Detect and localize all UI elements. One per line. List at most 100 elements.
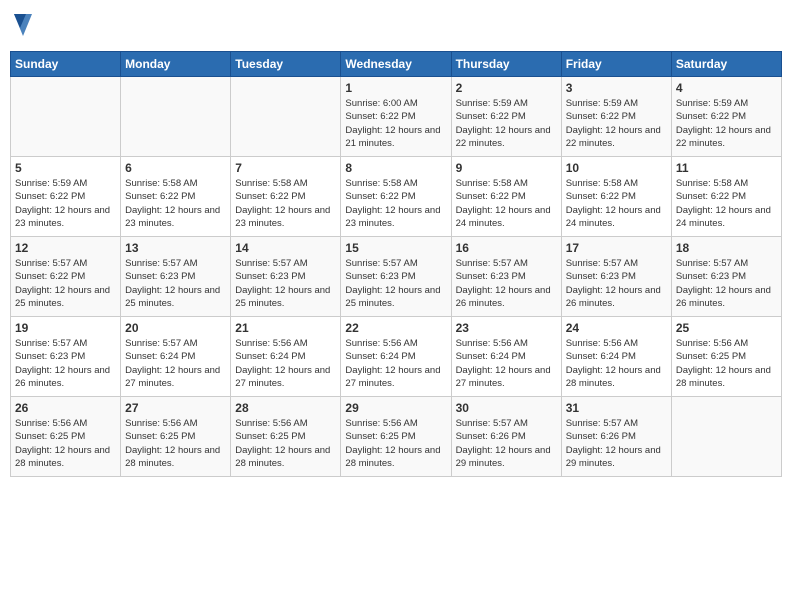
day-info: Sunrise: 5:59 AM Sunset: 6:22 PM Dayligh… [676, 97, 777, 150]
day-info: Sunrise: 5:57 AM Sunset: 6:23 PM Dayligh… [15, 337, 116, 390]
day-number: 29 [345, 401, 446, 415]
logo-icon [12, 10, 34, 43]
day-info: Sunrise: 5:56 AM Sunset: 6:25 PM Dayligh… [345, 417, 446, 470]
calendar-week-5: 26Sunrise: 5:56 AM Sunset: 6:25 PM Dayli… [11, 397, 782, 477]
calendar-week-2: 5 Sunrise: 5:59 AM Sunset: 6:22 PM Daylig… [11, 157, 782, 237]
calendar-cell: 4 Sunrise: 5:59 AM Sunset: 6:22 PM Daylig… [671, 77, 781, 157]
calendar-cell: 18 Sunrise: 5:57 AM Sunset: 6:23 PM Dayli… [671, 237, 781, 317]
calendar-page: SundayMondayTuesdayWednesdayThursdayFrid… [0, 0, 792, 612]
day-number: 30 [456, 401, 557, 415]
calendar-cell: 6 Sunrise: 5:58 AM Sunset: 6:22 PM Daylig… [121, 157, 231, 237]
day-number: 4 [676, 81, 777, 95]
day-number: 18 [676, 241, 777, 255]
day-info: Sunrise: 5:57 AM Sunset: 6:23 PM Dayligh… [235, 257, 336, 310]
day-info: Sunrise: 5:57 AM Sunset: 6:23 PM Dayligh… [125, 257, 226, 310]
calendar-cell: 26Sunrise: 5:56 AM Sunset: 6:25 PM Dayli… [11, 397, 121, 477]
day-info: Sunrise: 5:57 AM Sunset: 6:24 PM Dayligh… [125, 337, 226, 390]
logo [10, 10, 34, 43]
calendar-cell: 20 Sunrise: 5:57 AM Sunset: 6:24 PM Dayli… [121, 317, 231, 397]
calendar-cell: 10 Sunrise: 5:58 AM Sunset: 6:22 PM Dayli… [561, 157, 671, 237]
day-info: Sunrise: 5:57 AM Sunset: 6:23 PM Dayligh… [566, 257, 667, 310]
calendar-cell: 19 Sunrise: 5:57 AM Sunset: 6:23 PM Dayli… [11, 317, 121, 397]
day-info: Sunrise: 5:58 AM Sunset: 6:22 PM Dayligh… [676, 177, 777, 230]
day-number: 31 [566, 401, 667, 415]
day-number: 19 [15, 321, 116, 335]
calendar-cell: 27Sunrise: 5:56 AM Sunset: 6:25 PM Dayli… [121, 397, 231, 477]
calendar-cell: 11 Sunrise: 5:58 AM Sunset: 6:22 PM Dayli… [671, 157, 781, 237]
day-number: 8 [345, 161, 446, 175]
day-info: Sunrise: 5:56 AM Sunset: 6:24 PM Dayligh… [456, 337, 557, 390]
calendar-cell: 2Sunrise: 5:59 AM Sunset: 6:22 PM Daylig… [451, 77, 561, 157]
day-number: 5 [15, 161, 116, 175]
calendar-cell: 25Sunrise: 5:56 AM Sunset: 6:25 PM Dayli… [671, 317, 781, 397]
day-number: 20 [125, 321, 226, 335]
day-info: Sunrise: 5:56 AM Sunset: 6:24 PM Dayligh… [345, 337, 446, 390]
day-info: Sunrise: 5:56 AM Sunset: 6:25 PM Dayligh… [676, 337, 777, 390]
calendar-cell: 21 Sunrise: 5:56 AM Sunset: 6:24 PM Dayli… [231, 317, 341, 397]
calendar-header-row: SundayMondayTuesdayWednesdayThursdayFrid… [11, 52, 782, 77]
calendar-cell: 16 Sunrise: 5:57 AM Sunset: 6:23 PM Dayli… [451, 237, 561, 317]
calendar-cell: 12 Sunrise: 5:57 AM Sunset: 6:22 PM Dayli… [11, 237, 121, 317]
calendar-cell [11, 77, 121, 157]
day-header-saturday: Saturday [671, 52, 781, 77]
calendar-cell: 28 Sunrise: 5:56 AM Sunset: 6:25 PM Dayli… [231, 397, 341, 477]
calendar-cell [121, 77, 231, 157]
day-info: Sunrise: 5:57 AM Sunset: 6:23 PM Dayligh… [676, 257, 777, 310]
day-number: 10 [566, 161, 667, 175]
day-number: 23 [456, 321, 557, 335]
day-info: Sunrise: 5:57 AM Sunset: 6:23 PM Dayligh… [456, 257, 557, 310]
calendar-week-1: 1Sunrise: 6:00 AM Sunset: 6:22 PM Daylig… [11, 77, 782, 157]
day-number: 6 [125, 161, 226, 175]
day-header-friday: Friday [561, 52, 671, 77]
calendar-week-4: 19 Sunrise: 5:57 AM Sunset: 6:23 PM Dayli… [11, 317, 782, 397]
day-number: 22 [345, 321, 446, 335]
calendar-cell: 24 Sunrise: 5:56 AM Sunset: 6:24 PM Dayli… [561, 317, 671, 397]
calendar-cell: 1Sunrise: 6:00 AM Sunset: 6:22 PM Daylig… [341, 77, 451, 157]
calendar-cell: 14 Sunrise: 5:57 AM Sunset: 6:23 PM Dayli… [231, 237, 341, 317]
calendar-table: SundayMondayTuesdayWednesdayThursdayFrid… [10, 51, 782, 477]
day-info: Sunrise: 5:58 AM Sunset: 6:22 PM Dayligh… [125, 177, 226, 230]
day-header-sunday: Sunday [11, 52, 121, 77]
day-info: Sunrise: 5:58 AM Sunset: 6:22 PM Dayligh… [456, 177, 557, 230]
calendar-cell: 23 Sunrise: 5:56 AM Sunset: 6:24 PM Dayli… [451, 317, 561, 397]
day-info: Sunrise: 5:56 AM Sunset: 6:24 PM Dayligh… [566, 337, 667, 390]
calendar-cell: 9 Sunrise: 5:58 AM Sunset: 6:22 PM Daylig… [451, 157, 561, 237]
calendar-week-3: 12 Sunrise: 5:57 AM Sunset: 6:22 PM Dayli… [11, 237, 782, 317]
day-number: 24 [566, 321, 667, 335]
calendar-cell: 22 Sunrise: 5:56 AM Sunset: 6:24 PM Dayli… [341, 317, 451, 397]
day-number: 14 [235, 241, 336, 255]
day-header-monday: Monday [121, 52, 231, 77]
calendar-cell: 15 Sunrise: 5:57 AM Sunset: 6:23 PM Dayli… [341, 237, 451, 317]
day-number: 12 [15, 241, 116, 255]
day-header-tuesday: Tuesday [231, 52, 341, 77]
day-header-thursday: Thursday [451, 52, 561, 77]
day-number: 11 [676, 161, 777, 175]
calendar-cell: 29 Sunrise: 5:56 AM Sunset: 6:25 PM Dayli… [341, 397, 451, 477]
calendar-cell: 8 Sunrise: 5:58 AM Sunset: 6:22 PM Daylig… [341, 157, 451, 237]
day-info: Sunrise: 5:59 AM Sunset: 6:22 PM Dayligh… [566, 97, 667, 150]
day-info: Sunrise: 5:56 AM Sunset: 6:25 PM Dayligh… [235, 417, 336, 470]
day-number: 28 [235, 401, 336, 415]
day-number: 1 [345, 81, 446, 95]
calendar-cell [671, 397, 781, 477]
day-number: 16 [456, 241, 557, 255]
day-info: Sunrise: 5:58 AM Sunset: 6:22 PM Dayligh… [566, 177, 667, 230]
day-number: 9 [456, 161, 557, 175]
day-info: Sunrise: 5:57 AM Sunset: 6:26 PM Dayligh… [456, 417, 557, 470]
calendar-cell [231, 77, 341, 157]
day-number: 17 [566, 241, 667, 255]
day-number: 3 [566, 81, 667, 95]
day-info: Sunrise: 5:58 AM Sunset: 6:22 PM Dayligh… [345, 177, 446, 230]
calendar-cell: 17 Sunrise: 5:57 AM Sunset: 6:23 PM Dayli… [561, 237, 671, 317]
day-info: Sunrise: 5:59 AM Sunset: 6:22 PM Dayligh… [15, 177, 116, 230]
day-info: Sunrise: 5:56 AM Sunset: 6:24 PM Dayligh… [235, 337, 336, 390]
header [10, 10, 782, 43]
calendar-cell: 13Sunrise: 5:57 AM Sunset: 6:23 PM Dayli… [121, 237, 231, 317]
calendar-cell: 30 Sunrise: 5:57 AM Sunset: 6:26 PM Dayli… [451, 397, 561, 477]
day-info: Sunrise: 5:59 AM Sunset: 6:22 PM Dayligh… [456, 97, 557, 150]
day-number: 15 [345, 241, 446, 255]
day-info: Sunrise: 5:57 AM Sunset: 6:22 PM Dayligh… [15, 257, 116, 310]
day-number: 21 [235, 321, 336, 335]
day-info: Sunrise: 5:58 AM Sunset: 6:22 PM Dayligh… [235, 177, 336, 230]
day-info: Sunrise: 5:57 AM Sunset: 6:23 PM Dayligh… [345, 257, 446, 310]
